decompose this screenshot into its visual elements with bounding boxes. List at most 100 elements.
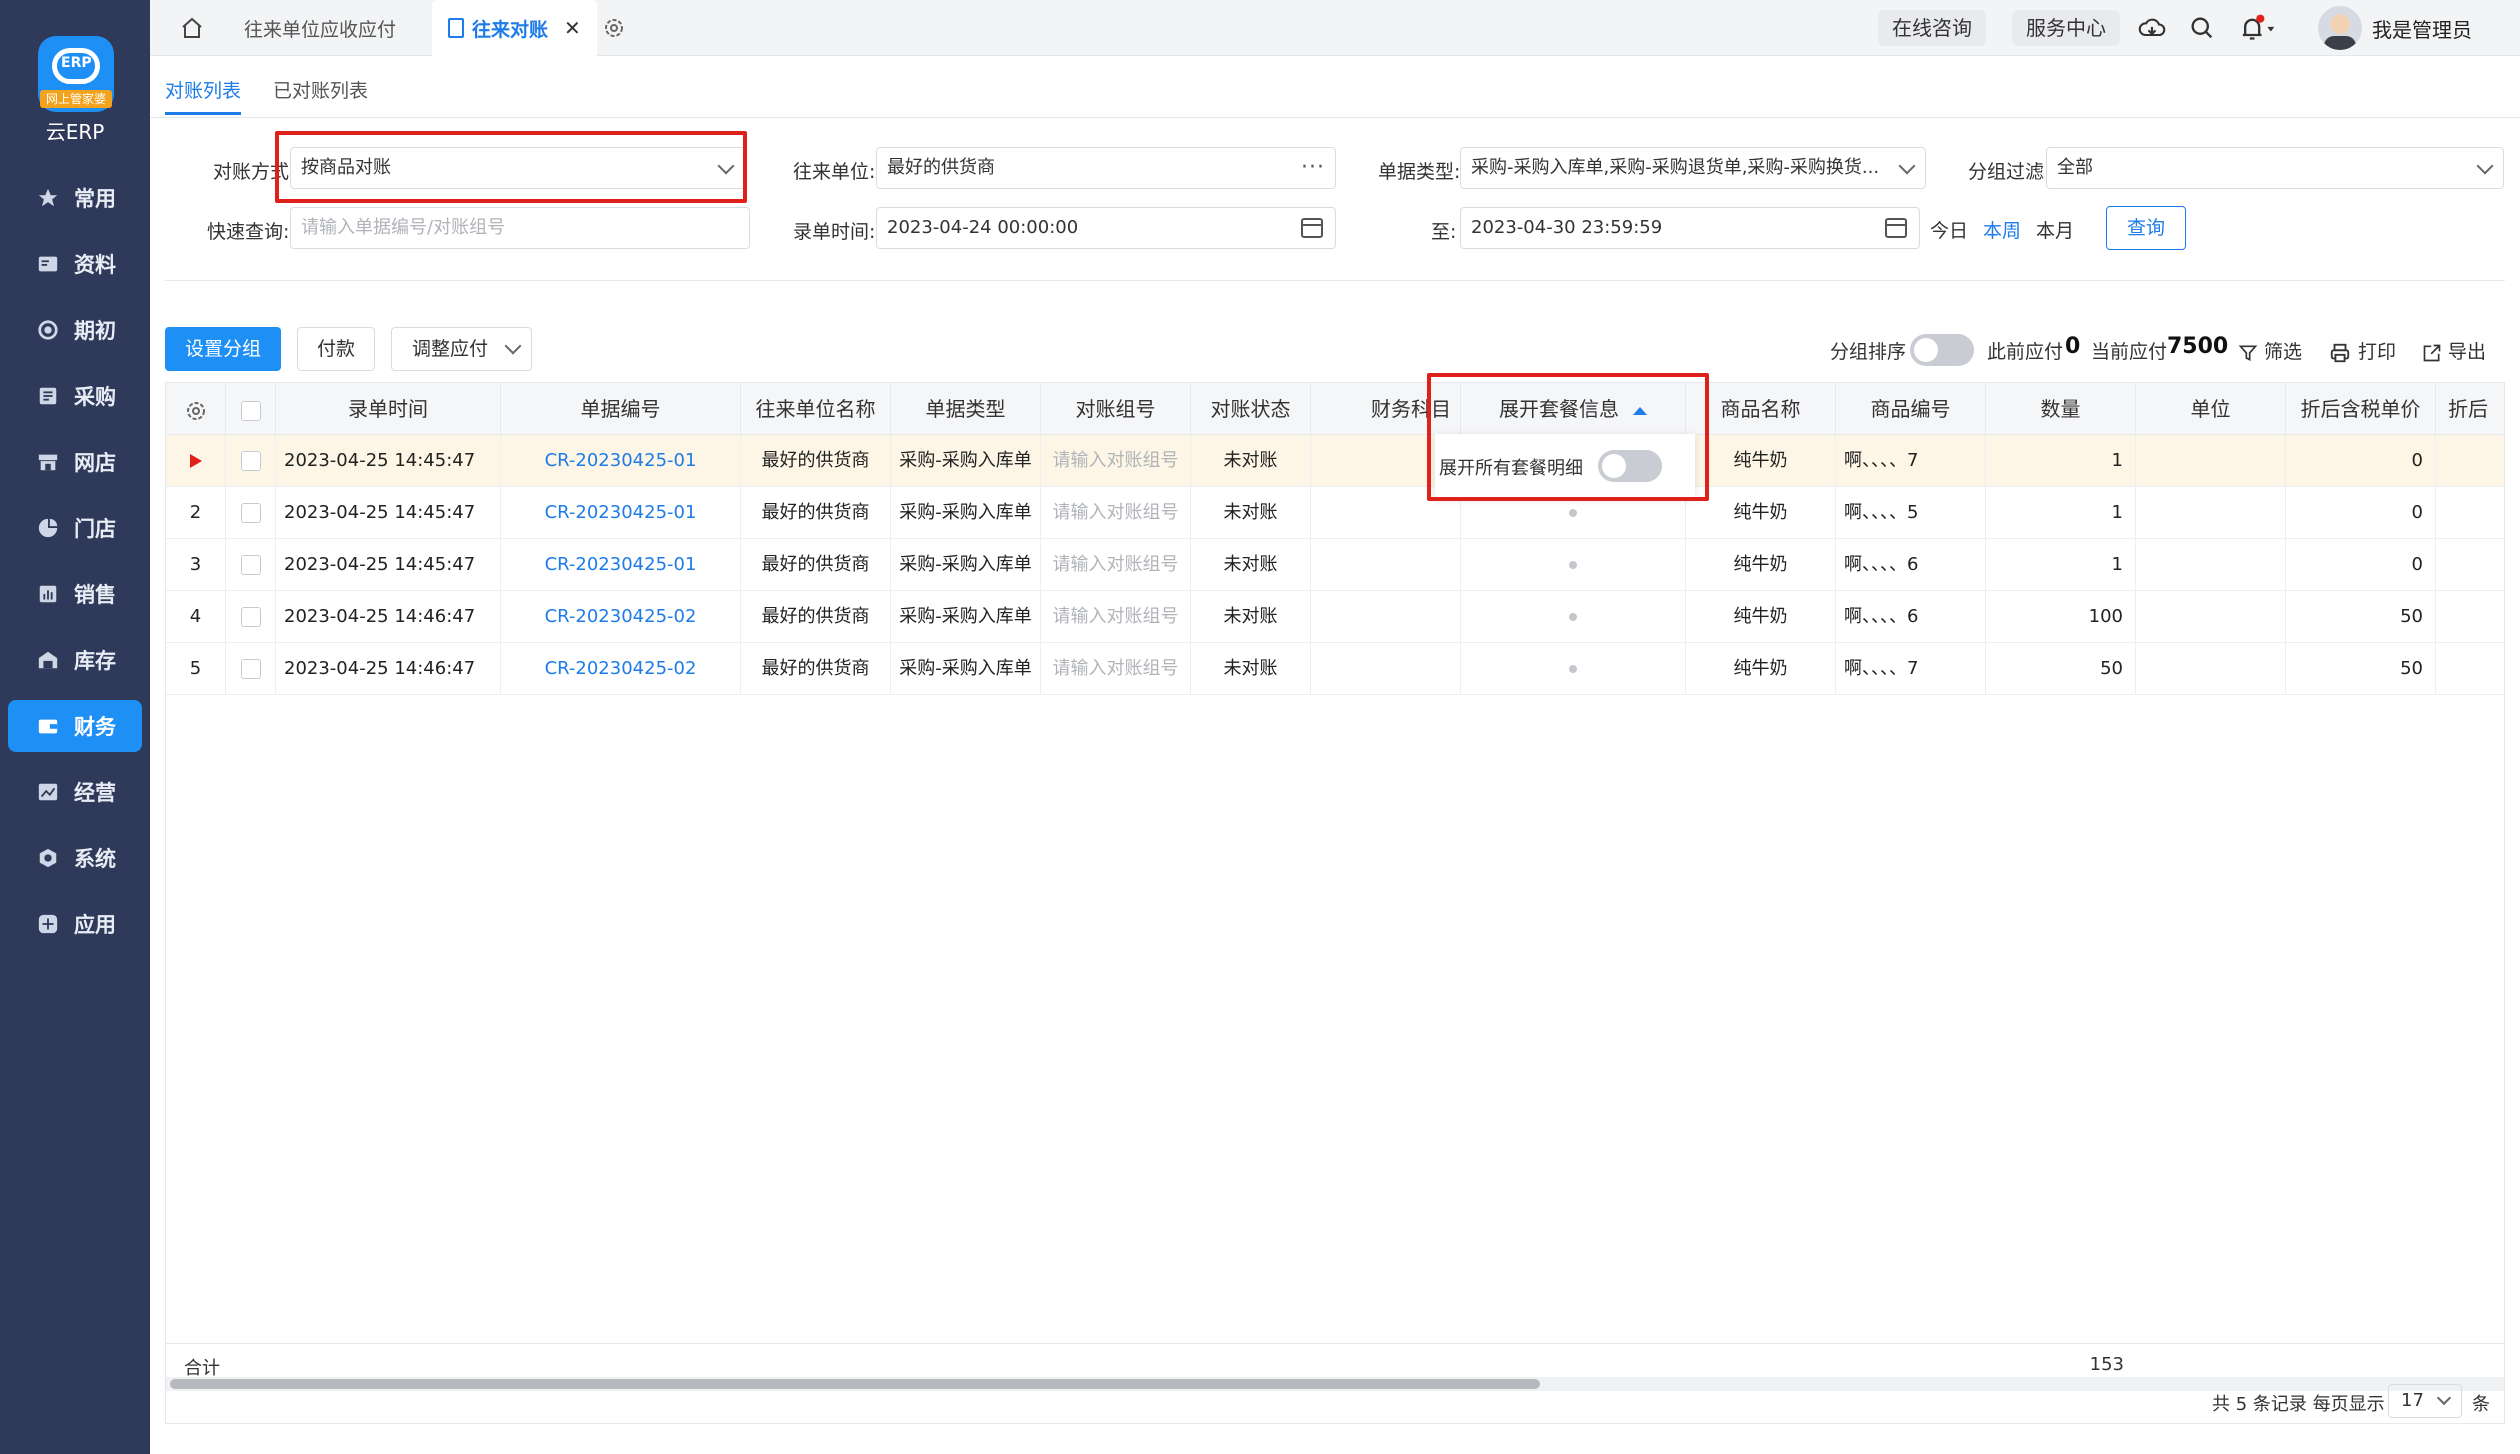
- cell-doc-link[interactable]: CR-20230425-02: [501, 643, 741, 695]
- sidebar-item-apps[interactable]: 应用: [8, 898, 142, 950]
- partner-label: 往来单位:: [793, 161, 876, 183]
- cell-doc-link[interactable]: CR-20230425-02: [501, 591, 741, 643]
- more-icon[interactable]: ···: [1301, 148, 1325, 188]
- quick-month-link[interactable]: 本月: [2036, 216, 2074, 243]
- row-checkbox[interactable]: [240, 555, 261, 575]
- column-header[interactable]: 单据编号: [501, 383, 741, 435]
- sidebar-item-finance[interactable]: 财务: [8, 700, 142, 752]
- user-menu[interactable]: 我是管理员: [2318, 6, 2472, 50]
- table-row[interactable]: 4 2023-04-25 14:46:47 CR-20230425-02 最好的…: [166, 591, 2504, 643]
- cell-price: 0: [2286, 487, 2436, 539]
- cell-status: 未对账: [1191, 591, 1311, 643]
- sidebar-item-label: 经营: [74, 781, 116, 805]
- row-number: 3: [166, 539, 226, 591]
- export-button[interactable]: 导出: [2422, 337, 2486, 364]
- column-header[interactable]: 往来单位名称: [741, 383, 891, 435]
- cloud-download-icon[interactable]: [2138, 14, 2166, 42]
- cell-doc-link[interactable]: CR-20230425-01: [501, 487, 741, 539]
- column-header[interactable]: 单位: [2136, 383, 2286, 435]
- group-sort-toggle[interactable]: [1910, 334, 1974, 366]
- column-settings[interactable]: [166, 383, 226, 435]
- sidebar-item-data[interactable]: 资料: [8, 238, 142, 290]
- row-checkbox-cell: [226, 539, 276, 591]
- tab-reconciliation[interactable]: 往来对账 ✕: [432, 0, 597, 56]
- table-row[interactable]: 2023-04-25 14:45:47 CR-20230425-01 最好的供货…: [166, 435, 2504, 487]
- page-size-select[interactable]: 17: [2388, 1384, 2462, 1418]
- filter-label: 筛选: [2264, 341, 2303, 363]
- quick-week-link[interactable]: 本周: [1983, 216, 2021, 243]
- quick-today-link[interactable]: 今日: [1930, 216, 1968, 243]
- cell-group-input[interactable]: 请输入对账组号: [1041, 643, 1191, 695]
- cell-time: 2023-04-25 14:46:47: [276, 591, 501, 643]
- bell-icon[interactable]: [2238, 14, 2275, 42]
- adjust-label: 调整应付: [412, 338, 489, 360]
- column-header[interactable]: 录单时间: [276, 383, 501, 435]
- service-center-button[interactable]: 服务中心: [2012, 10, 2120, 46]
- column-header[interactable]: 折后: [2436, 383, 2504, 435]
- quick-search-input[interactable]: 请输入单据编号/对账组号: [290, 207, 750, 249]
- cell-group-input[interactable]: 请输入对账组号: [1041, 539, 1191, 591]
- horizontal-scrollbar[interactable]: [166, 1377, 2504, 1391]
- sidebar-item-online-store[interactable]: 网店: [8, 436, 142, 488]
- time-to-input[interactable]: 2023-04-30 23:59:59: [1460, 207, 1920, 249]
- cell-price: 0: [2286, 435, 2436, 487]
- sidebar-item-purchase[interactable]: 采购: [8, 370, 142, 422]
- set-group-button[interactable]: 设置分组: [165, 327, 281, 371]
- cell-expand-package[interactable]: [1461, 591, 1686, 643]
- gear-icon[interactable]: [602, 16, 626, 40]
- tab-reconciled-list[interactable]: 已对账列表: [273, 76, 368, 103]
- logo-text: 云ERP: [45, 120, 105, 144]
- pay-button[interactable]: 付款: [297, 327, 375, 371]
- online-consult-button[interactable]: 在线咨询: [1878, 10, 1986, 46]
- table-row[interactable]: 5 2023-04-25 14:46:47 CR-20230425-02 最好的…: [166, 643, 2504, 695]
- row-checkbox[interactable]: [240, 503, 261, 523]
- highlight-box: [275, 131, 747, 203]
- sidebar-item-operations[interactable]: 经营: [8, 766, 142, 818]
- sidebar-item-inventory[interactable]: 库存: [8, 634, 142, 686]
- tab-receivables[interactable]: 往来单位应收应付: [228, 0, 412, 56]
- group-filter-select[interactable]: 全部: [2046, 147, 2504, 189]
- cell-expand-package[interactable]: [1461, 643, 1686, 695]
- cell-group-input[interactable]: 请输入对账组号: [1041, 591, 1191, 643]
- column-header[interactable]: 商品编号: [1836, 383, 1986, 435]
- print-button[interactable]: 打印: [2328, 337, 2396, 364]
- table-row[interactable]: 3 2023-04-25 14:45:47 CR-20230425-01 最好的…: [166, 539, 2504, 591]
- tab-reconcile-list[interactable]: 对账列表: [165, 76, 242, 115]
- column-header[interactable]: 折后含税单价: [2286, 383, 2436, 435]
- cell-doc-link[interactable]: CR-20230425-01: [501, 539, 741, 591]
- table-row[interactable]: 2 2023-04-25 14:45:47 CR-20230425-01 最好的…: [166, 487, 2504, 539]
- column-header[interactable]: 对账状态: [1191, 383, 1311, 435]
- cell-expand-package[interactable]: [1461, 539, 1686, 591]
- row-checkbox[interactable]: [240, 659, 261, 679]
- cell-group-input[interactable]: 请输入对账组号: [1041, 435, 1191, 487]
- search-icon[interactable]: [2188, 14, 2216, 42]
- sidebar-item-retail-store[interactable]: 门店: [8, 502, 142, 554]
- column-header[interactable]: 数量: [1986, 383, 2136, 435]
- prev-payable-label: 此前应付: [1987, 341, 2064, 363]
- calendar-icon[interactable]: [1885, 218, 1907, 238]
- partner-input[interactable]: 最好的供货商 ···: [876, 147, 1336, 189]
- sidebar-item-system[interactable]: 系统: [8, 832, 142, 884]
- row-checkbox[interactable]: [240, 451, 261, 471]
- select-all-checkbox[interactable]: [240, 400, 261, 421]
- adjust-payable-button[interactable]: 调整应付: [391, 327, 532, 371]
- home-icon[interactable]: [180, 16, 204, 40]
- cell-price: 0: [2286, 539, 2436, 591]
- column-header[interactable]: 单据类型: [891, 383, 1041, 435]
- quick-search-label: 快速查询:: [207, 221, 290, 243]
- scrollbar-thumb[interactable]: [170, 1379, 1540, 1389]
- cell-doc-link[interactable]: CR-20230425-01: [501, 435, 741, 487]
- total-qty: 153: [2089, 1354, 2124, 1375]
- row-checkbox[interactable]: [240, 607, 261, 627]
- sidebar-item-sales[interactable]: 销售: [8, 568, 142, 620]
- sidebar-item-opening[interactable]: 期初: [8, 304, 142, 356]
- filter-button[interactable]: 筛选: [2238, 337, 2302, 364]
- query-button[interactable]: 查询: [2106, 206, 2186, 250]
- column-header[interactable]: 对账组号: [1041, 383, 1191, 435]
- cell-group-input[interactable]: 请输入对账组号: [1041, 487, 1191, 539]
- calendar-icon[interactable]: [1301, 218, 1323, 238]
- close-icon[interactable]: ✕: [564, 16, 581, 40]
- time-from-input[interactable]: 2023-04-24 00:00:00: [876, 207, 1336, 249]
- sidebar-item-common[interactable]: 常用: [8, 172, 142, 224]
- doc-type-select[interactable]: 采购-采购入库单,采购-采购退货单,采购-采购换货...: [1460, 147, 1926, 189]
